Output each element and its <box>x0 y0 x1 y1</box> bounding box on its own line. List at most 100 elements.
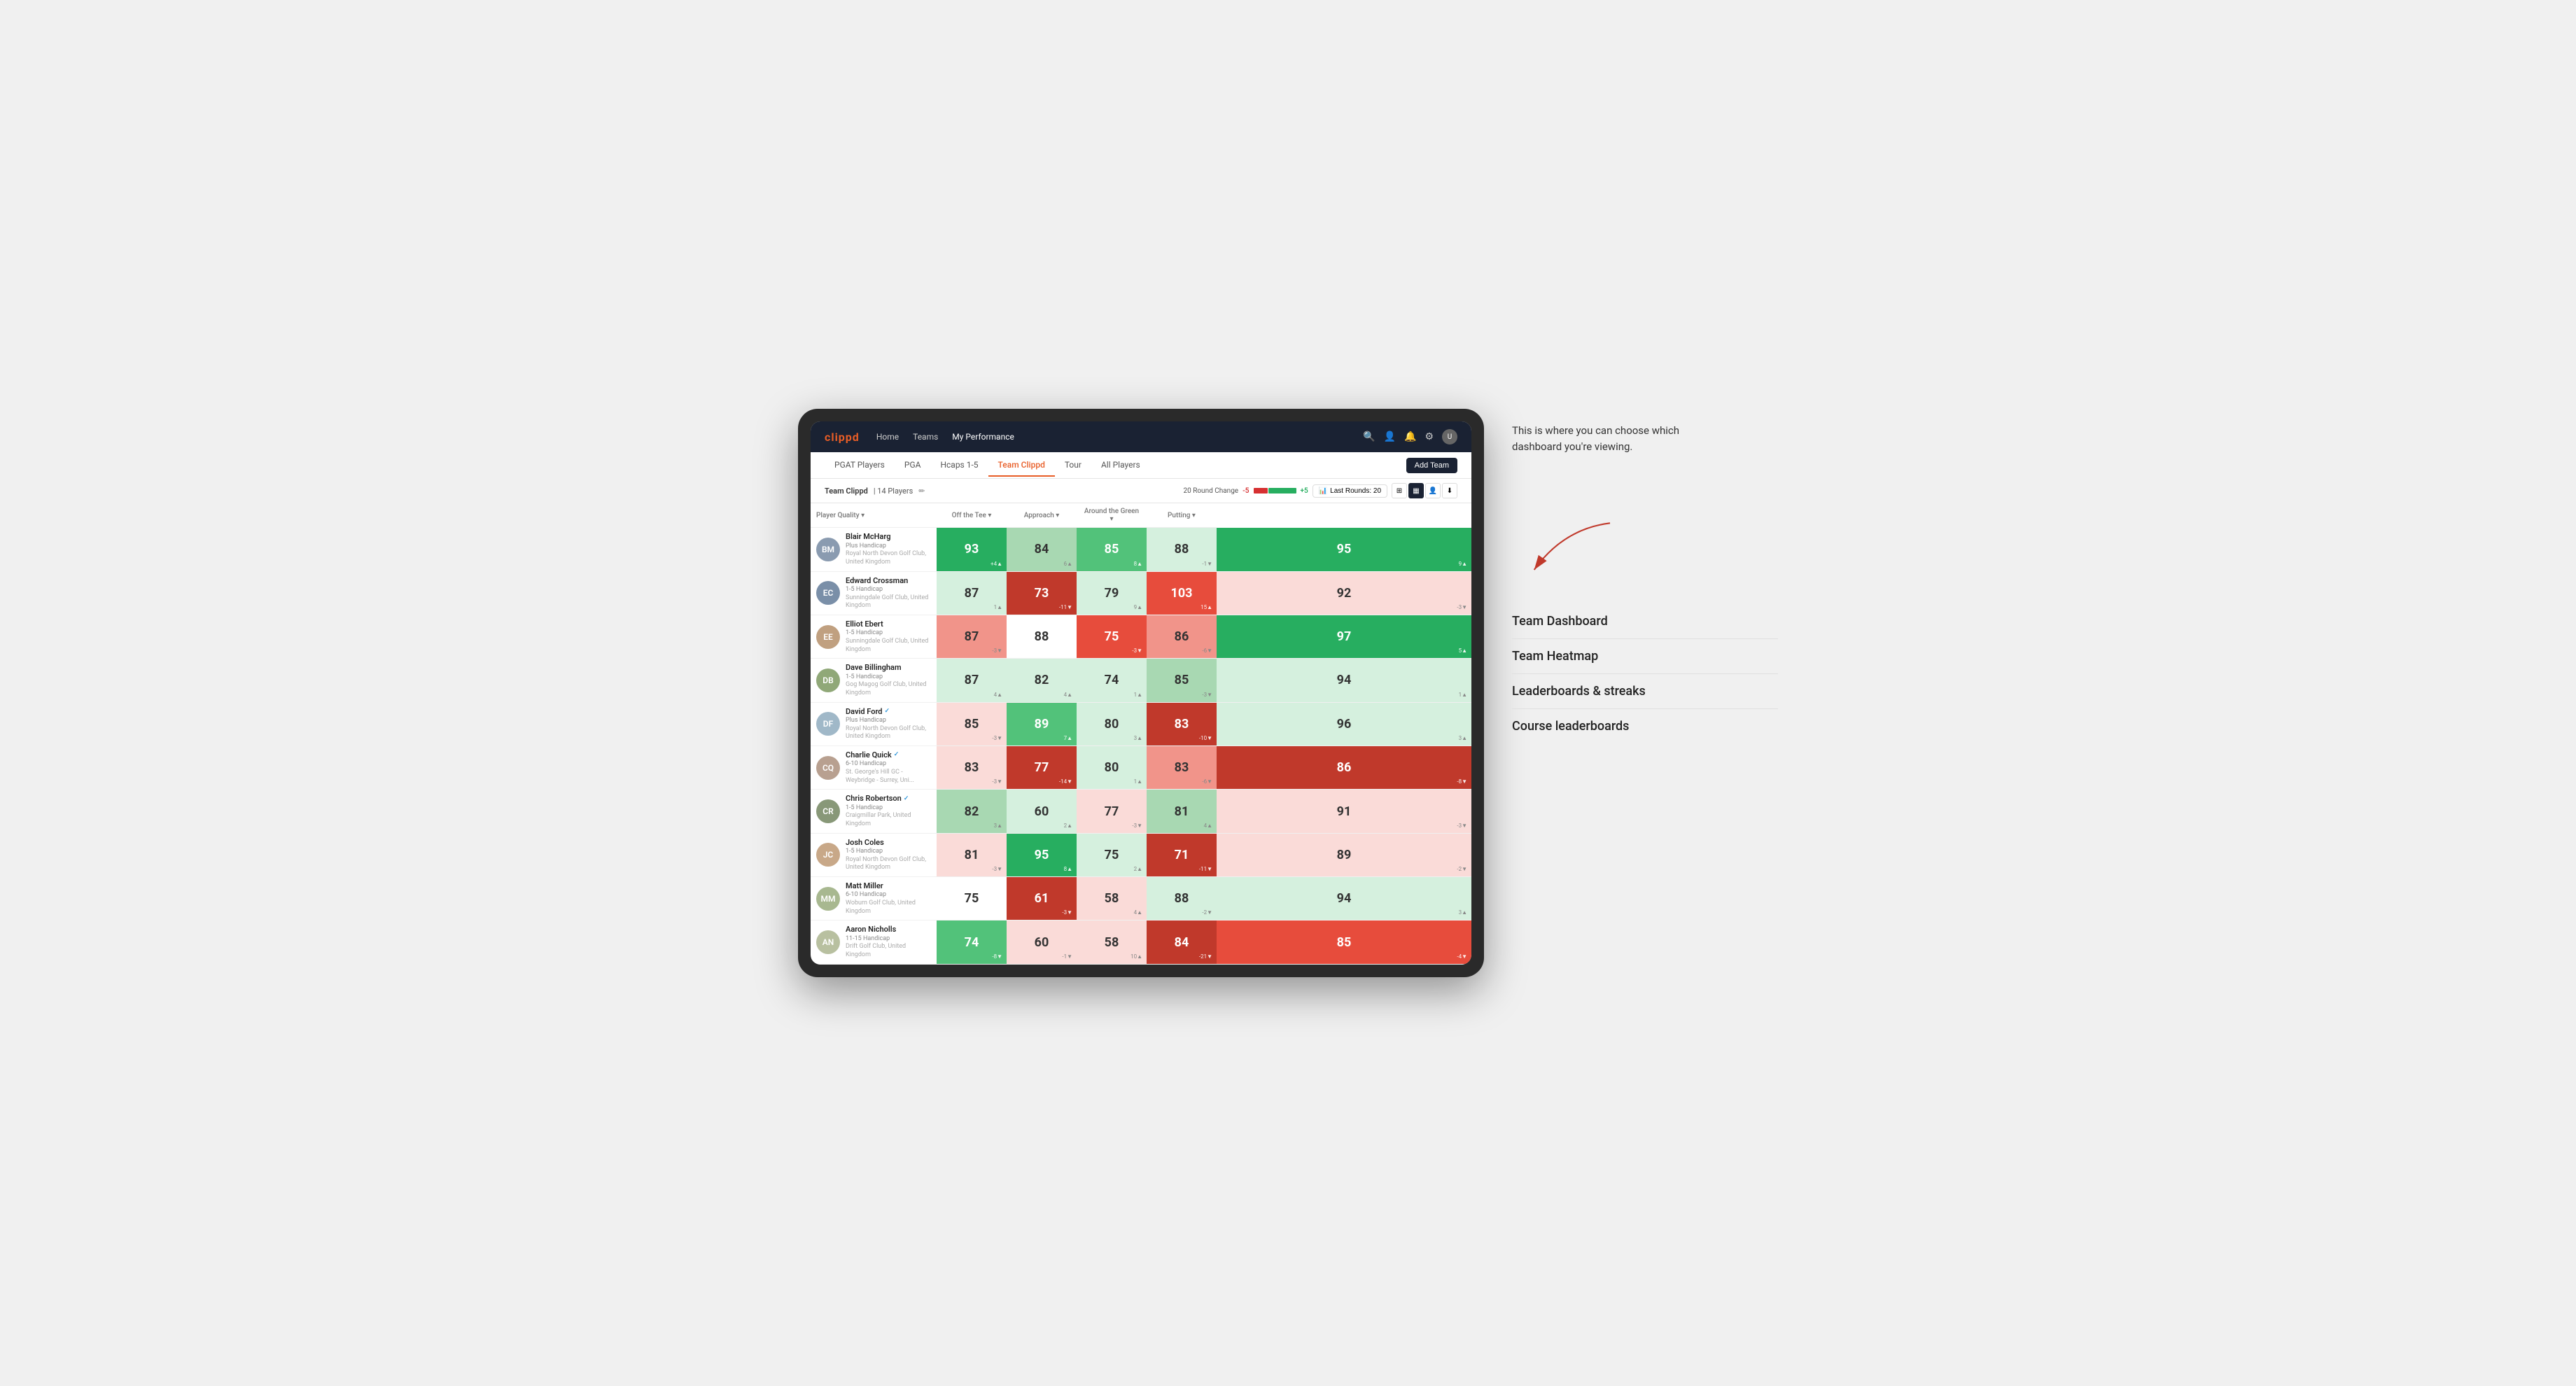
score-cell-1-3: 10315▲ <box>1147 571 1217 615</box>
score-box: 814▲ <box>1147 790 1217 832</box>
player-cell-0[interactable]: BMBlair McHargPlus HandicapRoyal North D… <box>811 528 937 571</box>
score-value: 75 <box>965 891 979 906</box>
player-club: Craigmillar Park, United Kingdom <box>846 812 931 828</box>
score-cell-8-3: 88-2▼ <box>1147 877 1217 920</box>
player-club: Woburn Golf Club, United Kingdom <box>846 899 931 916</box>
score-value: 87 <box>965 673 979 687</box>
player-info: Josh Coles1-5 HandicapRoyal North Devon … <box>846 838 931 872</box>
player-cell-7[interactable]: JCJosh Coles1-5 HandicapRoyal North Devo… <box>811 833 937 876</box>
tab-all-players[interactable]: All Players <box>1091 454 1150 477</box>
player-club: Sunningdale Golf Club, United Kingdom <box>846 638 931 654</box>
player-hcp: 6-10 Handicap <box>846 760 931 769</box>
annotation-text: This is where you can choose which dashb… <box>1512 423 1722 454</box>
score-box: 85-4▼ <box>1217 920 1471 963</box>
score-change: -4▼ <box>1457 953 1467 960</box>
search-icon[interactable]: 🔍 <box>1363 431 1375 442</box>
view-person-button[interactable]: 👤 <box>1425 483 1441 498</box>
score-cell-6-1: 602▲ <box>1007 790 1077 833</box>
player-count-label: | 14 Players <box>874 486 913 496</box>
score-box: 85-3▼ <box>937 703 1007 746</box>
score-change: -3▼ <box>992 648 1002 654</box>
score-change: 2▲ <box>1064 822 1072 829</box>
tab-pga[interactable]: PGA <box>895 454 931 477</box>
score-change: +4▲ <box>990 561 1002 567</box>
col-header-green[interactable]: Around the Green ▾ <box>1077 503 1147 528</box>
avatar: DF <box>816 712 840 736</box>
person-icon[interactable]: 👤 <box>1384 431 1396 442</box>
player-cell-2[interactable]: EEElliot Ebert1-5 HandicapSunningdale Go… <box>811 615 937 658</box>
edit-icon[interactable]: ✏ <box>918 486 925 496</box>
score-cell-0-2: 858▲ <box>1077 528 1147 571</box>
col-header-tee[interactable]: Off the Tee ▾ <box>937 503 1007 528</box>
menu-item-team-heatmap[interactable]: Team Heatmap <box>1512 639 1778 674</box>
player-cell-3[interactable]: DBDave Billingham1-5 HandicapGog Magog G… <box>811 659 937 702</box>
score-value: 75 <box>1105 848 1119 862</box>
menu-item-course-leaderboards[interactable]: Course leaderboards <box>1512 709 1778 743</box>
score-cell-6-3: 814▲ <box>1147 790 1217 833</box>
last-rounds-button[interactable]: 📊 Last Rounds: 20 <box>1312 484 1387 498</box>
view-grid-button[interactable]: ⊞ <box>1392 483 1407 498</box>
score-value: 88 <box>1175 891 1189 906</box>
player-cell-9[interactable]: ANAaron Nicholls11-15 HandicapDrift Golf… <box>811 920 937 964</box>
player-hcp: 1-5 Handicap <box>846 629 931 638</box>
score-box: 801▲ <box>1077 746 1147 789</box>
player-cell-4[interactable]: DFDavid Ford✓Plus HandicapRoyal North De… <box>811 702 937 746</box>
menu-item-team-dashboard[interactable]: Team Dashboard <box>1512 604 1778 639</box>
score-cell-5-2: 801▲ <box>1077 746 1147 790</box>
score-cell-1-4: 92-3▼ <box>1217 571 1471 615</box>
avatar: AN <box>816 930 840 954</box>
view-icons: ⊞ ▦ 👤 ⬇ <box>1392 483 1457 498</box>
view-download-button[interactable]: ⬇ <box>1442 483 1457 498</box>
score-cell-7-1: 958▲ <box>1007 833 1077 876</box>
bell-icon[interactable]: 🔔 <box>1404 431 1416 442</box>
nav-link-teams[interactable]: Teams <box>913 429 938 444</box>
score-cell-4-3: 83-10▼ <box>1147 702 1217 746</box>
score-change: -8▼ <box>992 953 1002 960</box>
player-cell-inner: MMMatt Miller6-10 HandicapWoburn Golf Cl… <box>811 877 937 920</box>
nav-link-home[interactable]: Home <box>876 429 899 444</box>
score-change: 8▲ <box>1134 561 1142 567</box>
score-value: 86 <box>1175 629 1189 644</box>
page-wrapper: clippd Home Teams My Performance 🔍 👤 🔔 ⚙… <box>798 409 1778 977</box>
player-cell-8[interactable]: MMMatt Miller6-10 HandicapWoburn Golf Cl… <box>811 877 937 920</box>
score-cell-7-0: 81-3▼ <box>937 833 1007 876</box>
player-club: Royal North Devon Golf Club, United King… <box>846 550 931 566</box>
settings-icon[interactable]: ⚙ <box>1424 431 1434 442</box>
score-box: 871▲ <box>937 572 1007 615</box>
score-cell-1-0: 871▲ <box>937 571 1007 615</box>
score-box: 77-3▼ <box>1077 790 1147 832</box>
score-cell-3-4: 941▲ <box>1217 659 1471 702</box>
score-change: -3▼ <box>1457 822 1467 829</box>
col-header-putting[interactable]: Putting ▾ <box>1147 503 1217 528</box>
score-box: 799▲ <box>1077 572 1147 615</box>
add-team-button[interactable]: Add Team <box>1406 458 1457 473</box>
score-value: 83 <box>1175 760 1189 775</box>
view-heatmap-button[interactable]: ▦ <box>1408 483 1424 498</box>
score-value: 92 <box>1337 586 1352 601</box>
score-value: 88 <box>1035 629 1049 644</box>
score-value: 80 <box>1105 717 1119 732</box>
tab-hcaps[interactable]: Hcaps 1-5 <box>930 454 988 477</box>
score-box: 61-3▼ <box>1007 877 1077 920</box>
tab-pgat-players[interactable]: PGAT Players <box>825 454 895 477</box>
tab-team-clippd[interactable]: Team Clippd <box>988 454 1055 477</box>
player-club: St. George's Hill GC - Weybridge - Surre… <box>846 769 931 785</box>
team-info-bar: Team Clippd | 14 Players ✏ 20 Round Chan… <box>811 479 1471 503</box>
score-value: 95 <box>1337 542 1352 556</box>
nav-link-my-performance[interactable]: My Performance <box>952 429 1014 444</box>
player-cell-5[interactable]: CQCharlie Quick✓6-10 HandicapSt. George'… <box>811 746 937 790</box>
score-value: 81 <box>1175 804 1189 819</box>
tab-tour[interactable]: Tour <box>1055 454 1091 477</box>
menu-item-leaderboards[interactable]: Leaderboards & streaks <box>1512 674 1778 709</box>
score-value: 77 <box>1035 760 1049 775</box>
col-header-approach[interactable]: Approach ▾ <box>1007 503 1077 528</box>
score-box: 75-3▼ <box>1077 615 1147 658</box>
last-rounds-label: Last Rounds: 20 <box>1330 487 1381 495</box>
score-cell-8-4: 943▲ <box>1217 877 1471 920</box>
col-header-player[interactable]: Player Quality ▾ <box>811 503 937 528</box>
player-hcp: 1-5 Handicap <box>846 804 931 813</box>
player-cell-inner: EEElliot Ebert1-5 HandicapSunningdale Go… <box>811 615 937 658</box>
user-avatar-icon[interactable]: U <box>1442 429 1457 444</box>
player-cell-1[interactable]: ECEdward Crossman1-5 HandicapSunningdale… <box>811 571 937 615</box>
player-cell-6[interactable]: CRChris Robertson✓1-5 HandicapCraigmilla… <box>811 790 937 833</box>
